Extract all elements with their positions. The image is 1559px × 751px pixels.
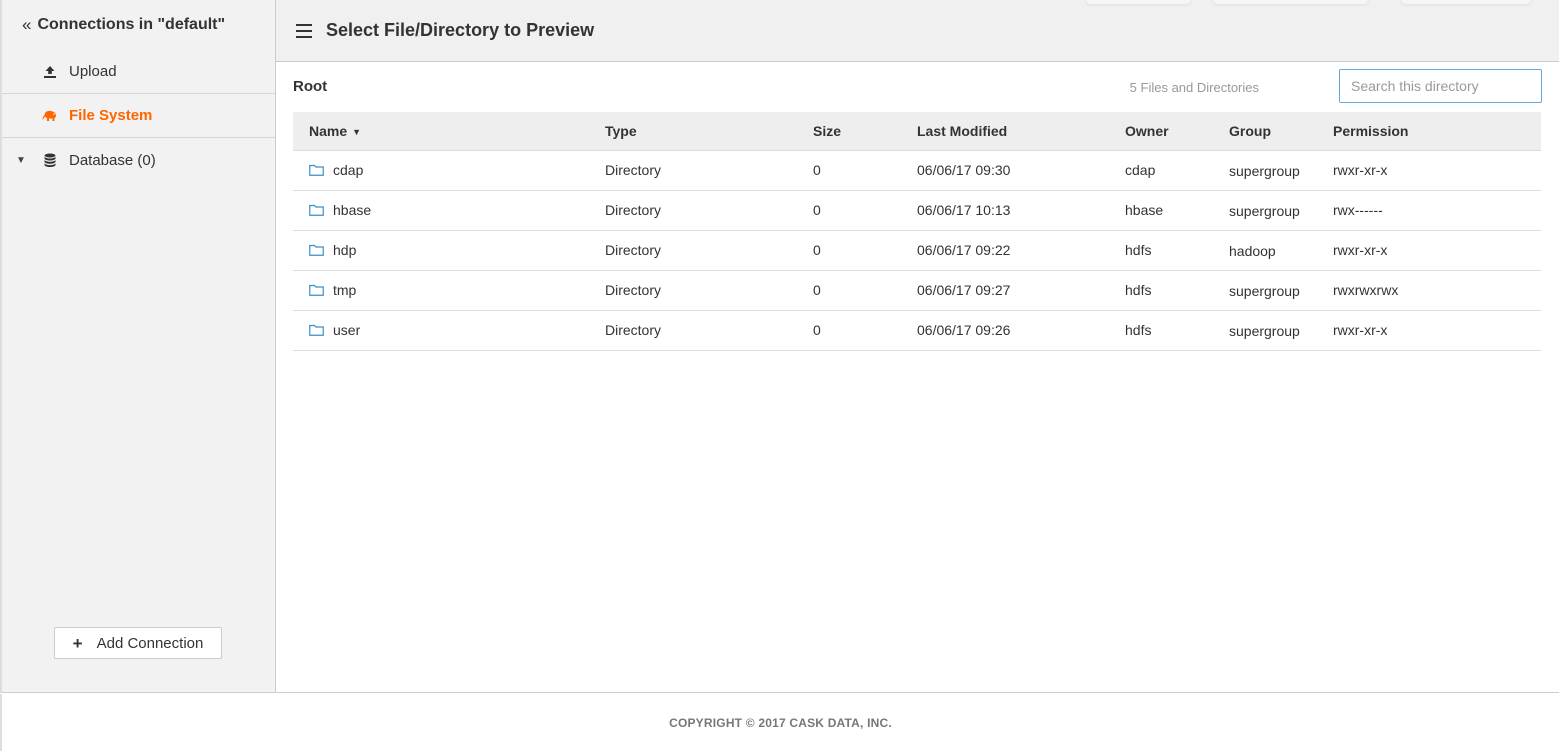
copyright-text: COPYRIGHT © 2017 CASK DATA, INC. — [669, 715, 892, 730]
owner-cell: hdfs — [1125, 270, 1229, 311]
type-cell: Directory — [605, 310, 813, 351]
search-input[interactable] — [1339, 69, 1542, 103]
size-cell: 0 — [813, 190, 917, 231]
hamburger-menu-icon[interactable] — [296, 24, 312, 38]
column-header-permission[interactable]: Permission — [1333, 112, 1541, 151]
file-name-link[interactable]: cdap — [309, 162, 605, 178]
size-cell: 0 — [813, 270, 917, 311]
file-name-link[interactable]: hbase — [309, 202, 605, 218]
upload-icon — [40, 62, 60, 82]
modified-cell: 06/06/17 09:30 — [917, 150, 1125, 191]
sort-desc-icon: ▼ — [352, 127, 362, 138]
size-cell: 0 — [813, 230, 917, 271]
main-panel: Select File/Directory to Preview Root 5 … — [276, 0, 1559, 692]
owner-cell: hbase — [1125, 190, 1229, 231]
add-connection-button[interactable]: + Add Connection — [54, 627, 222, 659]
main-header: Select File/Directory to Preview — [276, 0, 1559, 62]
column-header-group[interactable]: Group — [1229, 112, 1333, 151]
plus-icon: + — [72, 633, 83, 653]
group-cell: hadoop — [1229, 230, 1333, 271]
table-row[interactable]: hbase Directory 0 06/06/17 10:13 hbase s… — [293, 190, 1541, 231]
column-header-name[interactable]: Name ▼ — [293, 112, 605, 151]
item-count: 5 Files and Directories — [1129, 80, 1259, 95]
owner-cell: hdfs — [1125, 230, 1229, 271]
file-name-link[interactable]: hdp — [309, 242, 605, 258]
folder-icon — [309, 204, 324, 216]
sidebar-item-label: Upload — [69, 63, 117, 80]
file-name-link[interactable]: tmp — [309, 282, 605, 298]
folder-icon — [309, 244, 324, 256]
size-cell: 0 — [813, 150, 917, 191]
sidebar-item-upload[interactable]: Upload — [2, 50, 275, 94]
owner-cell: hdfs — [1125, 310, 1229, 351]
modified-cell: 06/06/17 09:22 — [917, 230, 1125, 271]
sidebar-title: Connections in "default" — [37, 16, 226, 33]
table-row[interactable]: user Directory 0 06/06/17 09:26 hdfs sup… — [293, 310, 1541, 351]
sidebar-item-database[interactable]: ▼ Database (0) — [2, 138, 275, 182]
sidebar-item-label: Database (0) — [69, 151, 156, 169]
sidebar-header: « Connections in "default" — [2, 0, 275, 50]
file-name-link[interactable]: user — [309, 322, 605, 338]
group-cell: supergroup — [1229, 270, 1333, 311]
collapse-sidebar-icon[interactable]: « — [22, 16, 31, 34]
size-cell: 0 — [813, 310, 917, 351]
folder-icon — [309, 164, 324, 176]
top-tab-shadow — [1401, 0, 1531, 4]
type-cell: Directory — [605, 190, 813, 231]
permission-cell: rwxrwxrwx — [1333, 270, 1541, 311]
modified-cell: 06/06/17 09:26 — [917, 310, 1125, 351]
modified-cell: 06/06/17 10:13 — [917, 190, 1125, 231]
permission-cell: rwxr-xr-x — [1333, 230, 1541, 271]
folder-icon — [309, 324, 324, 336]
column-header-last-modified[interactable]: Last Modified — [917, 112, 1125, 151]
owner-cell: cdap — [1125, 150, 1229, 191]
column-header-owner[interactable]: Owner — [1125, 112, 1229, 151]
breadcrumb-root[interactable]: Root — [293, 78, 327, 95]
table-row[interactable]: cdap Directory 0 06/06/17 09:30 cdap sup… — [293, 150, 1541, 191]
modified-cell: 06/06/17 09:27 — [917, 270, 1125, 311]
table-header-row: Name ▼ Type Size Last Modified Owner Grou… — [293, 112, 1541, 151]
folder-icon — [309, 284, 324, 296]
database-icon — [40, 150, 60, 170]
connections-sidebar: « Connections in "default" Upload File S… — [2, 0, 276, 692]
expand-caret-icon[interactable]: ▼ — [16, 155, 26, 166]
directory-toolbar: Root 5 Files and Directories — [276, 62, 1559, 112]
column-header-type[interactable]: Type — [605, 112, 813, 151]
top-tab-shadow — [1213, 0, 1368, 4]
file-table: Name ▼ Type Size Last Modified Owner Grou… — [293, 112, 1541, 351]
page-title: Select File/Directory to Preview — [326, 20, 595, 40]
type-cell: Directory — [605, 270, 813, 311]
page-footer: COPYRIGHT © 2017 CASK DATA, INC. — [0, 694, 1559, 751]
permission-cell: rwx------ — [1333, 190, 1541, 231]
table-row[interactable]: hdp Directory 0 06/06/17 09:22 hdfs hado… — [293, 230, 1541, 271]
sidebar-item-label: File System — [69, 107, 153, 124]
group-cell: supergroup — [1229, 190, 1333, 231]
top-tab-shadow — [1086, 0, 1191, 4]
group-cell: supergroup — [1229, 150, 1333, 191]
app-window: « Connections in "default" Upload File S… — [0, 0, 1559, 693]
table-row[interactable]: tmp Directory 0 06/06/17 09:27 hdfs supe… — [293, 270, 1541, 311]
permission-cell: rwxr-xr-x — [1333, 150, 1541, 191]
hdfs-elephant-icon — [40, 106, 60, 126]
type-cell: Directory — [605, 150, 813, 191]
permission-cell: rwxr-xr-x — [1333, 310, 1541, 351]
type-cell: Directory — [605, 230, 813, 271]
sidebar-item-file-system[interactable]: File System — [2, 94, 275, 138]
column-header-size[interactable]: Size — [813, 112, 917, 151]
group-cell: supergroup — [1229, 310, 1333, 351]
add-connection-label: Add Connection — [96, 634, 204, 652]
